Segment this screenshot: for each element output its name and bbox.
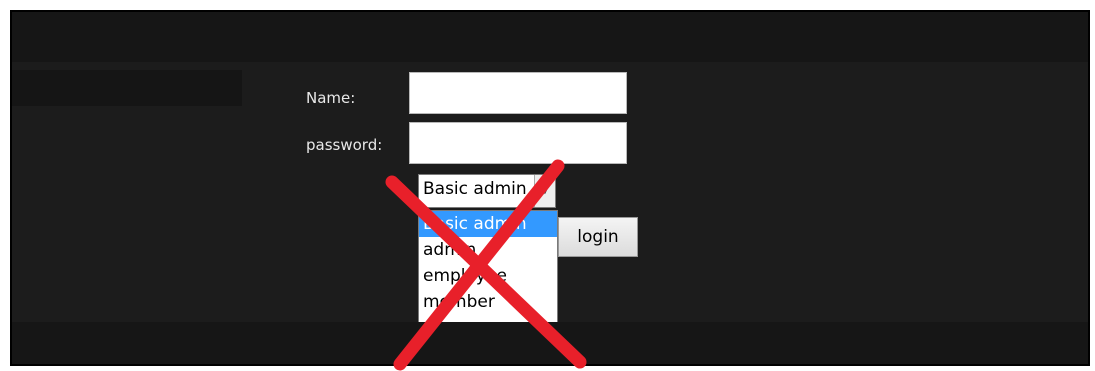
- name-input[interactable]: [409, 72, 627, 114]
- password-input[interactable]: [409, 122, 627, 164]
- password-label: password:: [306, 136, 383, 154]
- role-dropdown-list: Basic admin admin employee member: [418, 210, 558, 338]
- footer-band: [12, 322, 1088, 364]
- role-select[interactable]: Basic admin ▼: [418, 174, 556, 208]
- role-select-value: Basic admin: [423, 179, 527, 199]
- header-band: [12, 12, 1088, 62]
- login-button[interactable]: login: [558, 217, 638, 257]
- role-option-basic-admin[interactable]: Basic admin: [419, 211, 557, 237]
- chevron-down-icon[interactable]: ▼: [534, 175, 555, 207]
- role-option-admin[interactable]: admin: [419, 237, 557, 263]
- left-panel: [12, 70, 242, 106]
- login-page: Name: password: Basic admin ▼ Basic admi…: [10, 10, 1090, 366]
- role-option-employee[interactable]: employee: [419, 263, 557, 289]
- name-label: Name:: [306, 89, 356, 107]
- role-option-member[interactable]: member: [419, 289, 557, 315]
